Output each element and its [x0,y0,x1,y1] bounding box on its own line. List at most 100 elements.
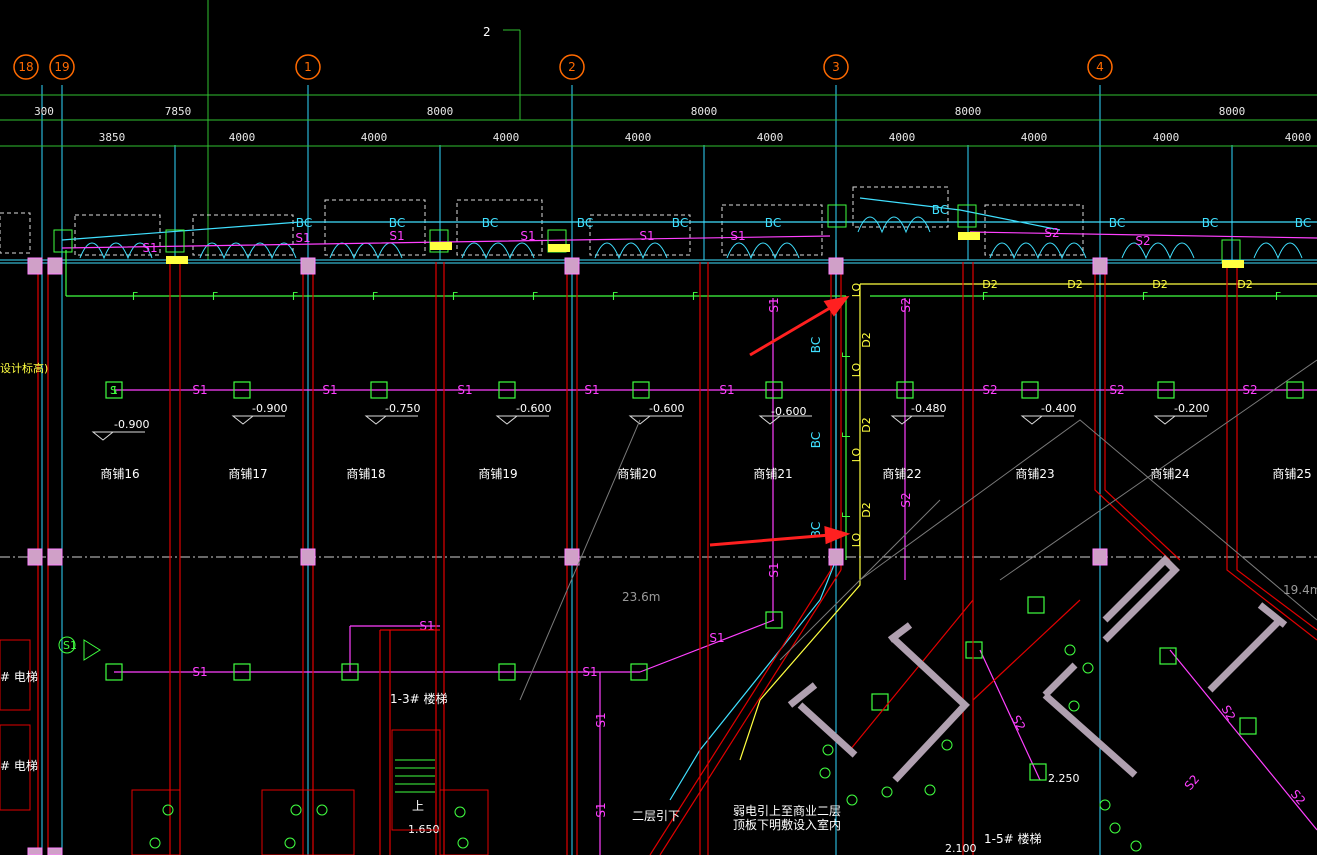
level-text: -0.600 [649,402,684,415]
dimension-text: 4000 [1153,131,1180,144]
sub-dimension-texts: 3850 4000 4000 4000 4000 4000 4000 4000 … [99,131,1312,144]
bc-labels: BC BC BC BC BC BC BC BC BC BC BC BC BC [296,203,1311,538]
dimension-text: 8000 [427,105,454,118]
level-text: -0.200 [1174,402,1209,415]
fire-label: F [532,290,538,303]
bc-label: BC [809,432,823,448]
level-text: -0.480 [911,402,946,415]
s1-label: S1 [419,619,434,633]
dimension-text: 4000 [229,131,256,144]
diagonal-walls [787,555,1288,783]
axis-label-19: 19 [54,60,69,74]
dimension-text: 8000 [1219,105,1246,118]
level-text: -0.400 [1041,402,1076,415]
s1-label: S1 [767,297,781,312]
left-elevator-label-1: # 电梯 [0,670,38,684]
shop-label-24: 商铺24 [1150,466,1189,481]
fire-label: F [292,290,298,303]
fire-label: F [372,290,378,303]
shop-label-19: 商铺19 [478,466,517,481]
note-cable-1: 弱电引上至商业二层 [733,803,841,818]
fire-label: F [1275,290,1281,303]
dimension-text: 7850 [165,105,192,118]
s-device-letter: S1 [110,384,118,397]
s1-label: S1 [142,241,157,255]
s1-label: S1 [594,712,608,727]
axis-bubbles [13,54,1113,80]
bc-label: BC [1202,216,1218,230]
d2-label: D2 [1237,278,1252,291]
s-line-labels: S1 S1 S1 S1 S1 S2 S2 S2 S1 S1 S1 S1 S1 S… [142,226,1308,818]
bc-label: BC [389,216,405,230]
fire-label: F [612,290,618,303]
light-letter: S1 [63,639,77,652]
dimension-text: 300 [34,105,54,118]
s2-label: S2 [1044,226,1059,240]
s2-label: S2 [1182,772,1203,793]
bc-label: BC [932,203,948,217]
stair-1-3 [391,729,441,831]
facade-outline [0,186,1084,256]
level-text: -0.600 [516,402,551,415]
s-device-letters: S1 [110,384,118,397]
s1-label: S1 [322,383,337,397]
shop-label-22: 商铺22 [882,466,921,481]
level-text: -0.900 [252,402,287,415]
level-text: -0.750 [385,402,420,415]
d2-label: D2 [860,502,873,517]
fire-label: F [212,290,218,303]
axis-label-2: 2 [568,60,576,74]
fire-label: F [1142,290,1148,303]
lo-label: LO [850,447,863,462]
d2-line [739,283,1317,761]
stair-up-label: 上 [412,799,424,813]
note-second-floor: 二层引下 [632,809,680,823]
distance-label-2: 19.4m [1283,583,1317,597]
elevation-2250: 2.250 [1048,772,1080,785]
dimension-text: 8000 [691,105,718,118]
s-line-390 [114,298,1317,855]
s1-label: S1 [767,562,781,577]
s2-label: S2 [899,492,913,507]
level-text: -0.900 [114,418,149,431]
s1-label: S1 [192,665,207,679]
s2-label: S2 [899,297,913,312]
d2-label: D2 [1067,278,1082,291]
bc-label: BC [809,337,823,353]
s1-label: S1 [520,229,535,243]
fire-label: F [840,352,853,358]
left-note: 设计标高) [0,361,48,375]
d2-label: D2 [982,278,997,291]
level-markers [91,415,1207,441]
bc-label: BC [482,216,498,230]
stair-label-1-5: 1-5# 楼梯 [984,831,1041,846]
dimension-lines [0,29,1317,147]
shop-label-25: 商铺25 [1272,466,1311,481]
fire-label: F [840,512,853,518]
elevation-2100: 2.100 [945,842,977,855]
fire-label: F [692,290,698,303]
s1-label: S1 [584,383,599,397]
bc-label: BC [577,216,593,230]
left-equipment [0,636,101,811]
cad-drawing-canvas: 18 19 1 2 3 4 2 300 7850 8000 8000 8000 … [0,0,1317,855]
s2-label: S2 [1009,713,1029,733]
s1-label: S1 [457,383,472,397]
s1-label: S1 [582,665,597,679]
dimension-text: 4000 [757,131,784,144]
note-cable-2: 顶板下明敷设入室内 [733,817,841,832]
s2-label: S2 [1242,383,1257,397]
dimension-text: 4000 [889,131,916,144]
distance-label-1: 23.6m [622,590,660,604]
shop-labels: 商铺16 商铺17 商铺18 商铺19 商铺20 商铺21 商铺22 商铺23 … [100,466,1311,481]
d2-label: D2 [860,417,873,432]
bc-label: BC [672,216,688,230]
shop-label-16: 商铺16 [100,466,139,481]
dimension-text: 8000 [955,105,982,118]
bc-cable-line [61,197,1317,801]
s1-label: S1 [295,231,310,245]
s2-label: S2 [982,383,997,397]
s1-label: S1 [709,631,724,645]
s1-label: S1 [730,229,745,243]
dimension-text: 4000 [1285,131,1312,144]
